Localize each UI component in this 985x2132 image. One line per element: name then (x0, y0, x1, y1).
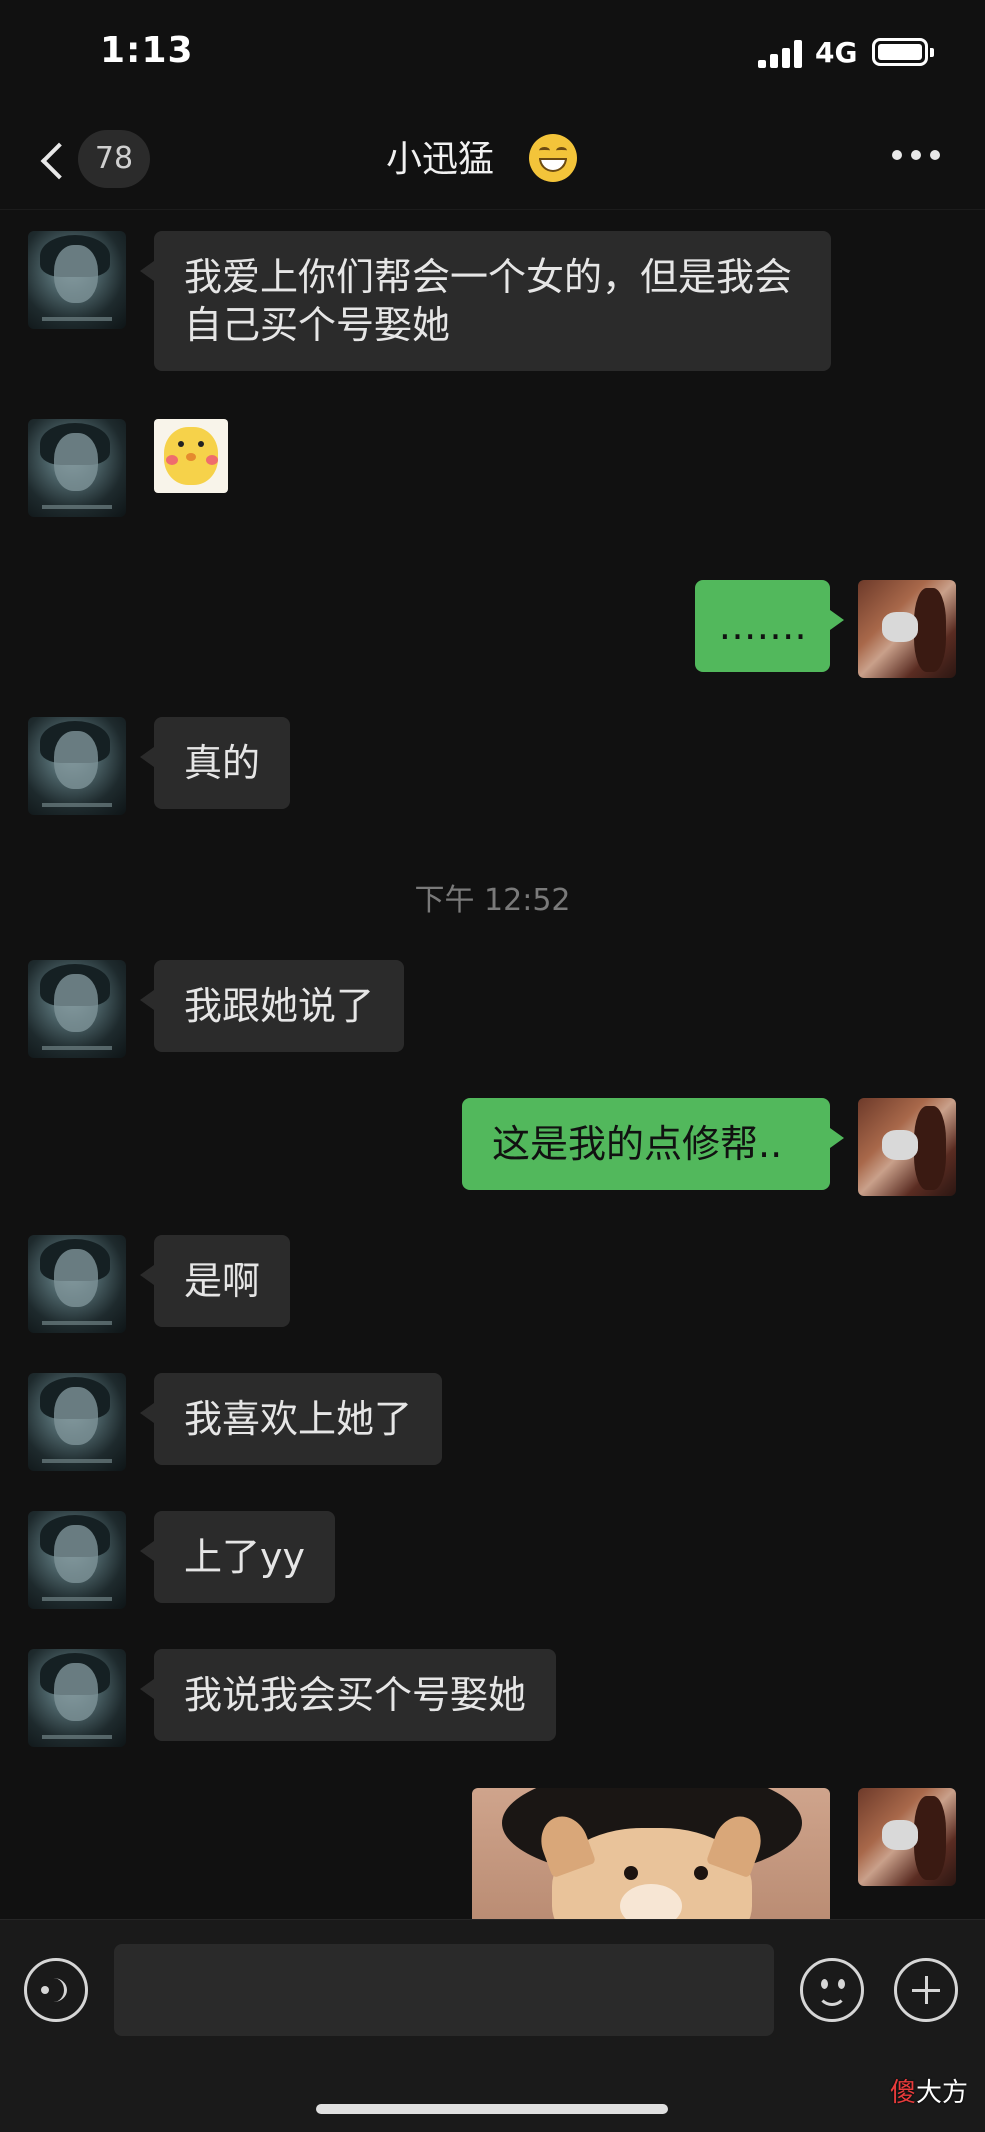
emoji-icon[interactable] (800, 1958, 864, 2022)
message-bubble[interactable]: 上了yy (140, 1511, 335, 1603)
message-bubble[interactable]: 这是我的点修帮.. (462, 1098, 844, 1190)
message-bubble[interactable]: ……. (695, 580, 844, 672)
message-list[interactable]: 我爱上你们帮会一个女的，但是我会自己买个号娶她 ……. 真的 下午 12:52 … (0, 211, 985, 1919)
corgi-photo-message[interactable] (472, 1788, 830, 1919)
back-icon[interactable] (36, 138, 76, 182)
yellow-chick-sticker-icon[interactable] (154, 419, 228, 493)
chat-header: 78 小迅猛 (0, 110, 985, 210)
input-bar: 傻大方 (0, 1919, 985, 2132)
message-bubble[interactable]: 是啊 (139, 1235, 291, 1327)
signal-strength-icon (758, 40, 804, 68)
add-attachment-icon[interactable] (894, 1958, 958, 2022)
message-bubble[interactable]: 真的 (139, 717, 291, 809)
contact-avatar[interactable] (28, 419, 126, 517)
status-bar: 1:13 4G (0, 0, 985, 110)
message-bubble[interactable]: 我爱上你们帮会一个女的，但是我会自己买个号娶她 (140, 231, 831, 371)
contact-avatar[interactable] (28, 1511, 126, 1609)
my-avatar[interactable] (858, 1788, 956, 1886)
my-avatar[interactable] (858, 1098, 956, 1196)
voice-input-icon[interactable] (24, 1958, 88, 2022)
message-input[interactable] (114, 1944, 774, 2036)
message-timestamp: 下午 12:52 (414, 883, 571, 918)
status-time: 1:13 (100, 30, 194, 71)
message-bubble[interactable]: 我喜欢上她了 (139, 1373, 443, 1465)
more-options-icon[interactable] (892, 148, 940, 162)
message-bubble[interactable]: 我说我会买个号娶她 (139, 1649, 557, 1741)
watermark: 傻大方 (890, 2078, 969, 2108)
contact-avatar[interactable] (28, 717, 126, 815)
grin-emoji-icon (529, 134, 577, 182)
contact-avatar[interactable] (28, 960, 126, 1058)
contact-avatar[interactable] (28, 1373, 126, 1471)
message-bubble[interactable]: 我跟她说了 (139, 960, 405, 1052)
contact-avatar[interactable] (28, 1649, 126, 1747)
unread-count-badge[interactable]: 78 (78, 130, 150, 188)
network-type: 4G (815, 36, 858, 69)
contact-avatar[interactable] (28, 1235, 126, 1333)
home-indicator[interactable] (316, 2104, 668, 2114)
contact-avatar[interactable] (28, 231, 126, 329)
battery-icon (872, 38, 934, 66)
my-avatar[interactable] (858, 580, 956, 678)
